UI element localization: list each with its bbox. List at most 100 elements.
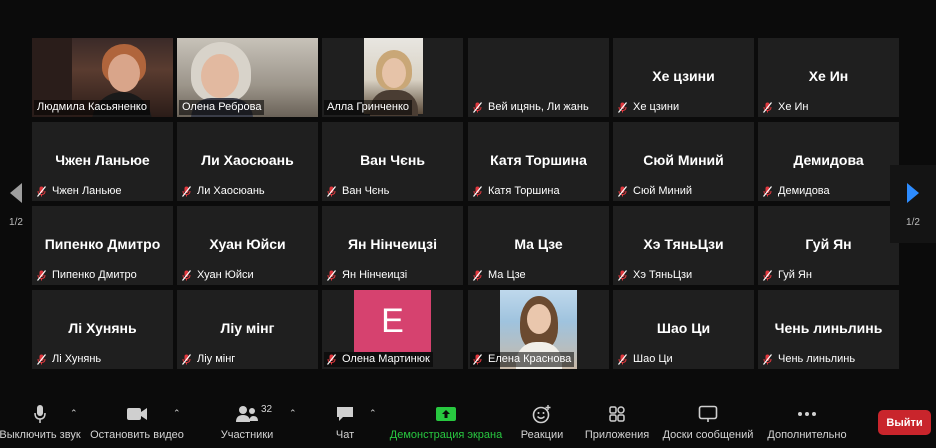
participant-name-label: Ма Цзе: [470, 268, 529, 283]
participant-name: Катя Торшина: [488, 185, 560, 197]
page-indicator-left: 1/2: [9, 216, 23, 228]
chevron-left-icon: [10, 182, 22, 203]
participants-button[interactable]: 32 Участники: [212, 404, 282, 441]
muted-microphone-icon: [763, 354, 772, 365]
participant-display-name: Сюй Миний: [643, 152, 724, 168]
participant-tile[interactable]: Демидова Демидова: [758, 122, 899, 201]
chat-button[interactable]: Чат: [330, 404, 360, 441]
participant-name: Ван Чєнь: [342, 185, 390, 197]
reactions-button[interactable]: Реакции: [519, 404, 565, 441]
participant-name: Вей ицянь, Ли жань: [488, 101, 589, 113]
participant-tile[interactable]: Ли Хаосюань Ли Хаосюань: [177, 122, 318, 201]
participant-tile[interactable]: Шао Ци Шао Ци: [613, 290, 754, 369]
muted-microphone-icon: [618, 102, 627, 113]
stop-video-button[interactable]: Остановить видео: [90, 404, 184, 441]
meeting-toolbar: Выключить звук ⌃ Остановить видео ⌃ 32 У…: [0, 398, 936, 448]
participant-tile[interactable]: Хуан Юйси Хуан Юйси: [177, 206, 318, 285]
participant-name-label: Хе Ин: [760, 100, 812, 115]
participant-name: Олена Реброва: [182, 101, 262, 113]
participant-name-label: Пипенко Дмитро: [34, 268, 140, 283]
participant-name: Елена Краснова: [488, 353, 572, 365]
participant-tile[interactable]: Хе цзини Хе цзини: [613, 38, 754, 117]
participant-tile[interactable]: Людмила Касьяненко: [32, 38, 173, 117]
smiley-icon: [532, 404, 552, 424]
next-page-button[interactable]: 1/2: [890, 165, 936, 243]
participant-name: Людмила Касьяненко: [37, 101, 147, 113]
participant-name-label: Олена Мартинюк: [324, 352, 433, 367]
mute-button[interactable]: Выключить звук: [0, 404, 81, 441]
audio-options-caret[interactable]: ⌃: [70, 408, 78, 419]
participant-tile[interactable]: Катя Торшина Катя Торшина: [468, 122, 609, 201]
zoom-meeting-window: 1/2 Людмила Касьяненко Олена Реброва Алла …: [0, 0, 936, 448]
whiteboard-icon: [698, 404, 718, 424]
participant-name: Ма Цзе: [488, 269, 526, 281]
more-dots-icon: [797, 404, 817, 424]
participant-tile[interactable]: Ліу мінг Ліу мінг: [177, 290, 318, 369]
participant-tile[interactable]: Хэ ТяньЦзи Хэ ТяньЦзи: [613, 206, 754, 285]
more-button[interactable]: Дополнительно: [766, 404, 848, 441]
participant-tile[interactable]: Гуй Ян Гуй Ян: [758, 206, 899, 285]
muted-microphone-icon: [618, 270, 627, 281]
muted-microphone-icon: [763, 270, 772, 281]
muted-microphone-icon: [473, 186, 482, 197]
muted-microphone-icon: [618, 354, 627, 365]
participant-name: Лі Хунянь: [52, 353, 102, 365]
participant-tile[interactable]: Алла Гринченко: [322, 38, 463, 117]
participant-tile[interactable]: Елена Краснова: [468, 290, 609, 369]
participant-name-label: Ли Хаосюань: [179, 184, 268, 199]
participant-name: Ян Нінчеицзі: [342, 269, 408, 281]
participants-options-caret[interactable]: ⌃: [289, 408, 297, 419]
muted-microphone-icon: [327, 270, 336, 281]
participant-name-label: Чжен Ланьюе: [34, 184, 124, 199]
participant-display-name: Пипенко Дмитро: [44, 236, 161, 252]
participant-tile[interactable]: Ма Цзе Ма Цзе: [468, 206, 609, 285]
participant-tile[interactable]: Олена Реброва: [177, 38, 318, 117]
page-indicator-right: 1/2: [906, 216, 920, 228]
muted-microphone-icon: [182, 186, 191, 197]
participant-tile[interactable]: Вей ицянь, Ли жань: [468, 38, 609, 117]
participant-name-label: Алла Гринченко: [324, 100, 413, 115]
participant-name-label: Хе цзини: [615, 100, 682, 115]
participant-name: Сюй Миний: [633, 185, 693, 197]
muted-microphone-icon: [473, 102, 482, 113]
leave-meeting-button[interactable]: Выйти: [878, 410, 931, 435]
participant-tile[interactable]: Ян Нінчеицзі Ян Нінчеицзі: [322, 206, 463, 285]
participant-name: Чжен Ланьюе: [52, 185, 122, 197]
muted-microphone-icon: [618, 186, 627, 197]
participant-display-name: Гуй Ян: [805, 236, 852, 252]
participant-name-label: Гуй Ян: [760, 268, 815, 283]
participant-tile[interactable]: Ван Чєнь Ван Чєнь: [322, 122, 463, 201]
participant-tile[interactable]: Чень линьлинь Чень линьлинь: [758, 290, 899, 369]
participant-display-name: Хе цзини: [652, 68, 715, 84]
chat-bubble-icon: [335, 404, 355, 424]
participant-name-label: Вей ицянь, Ли жань: [470, 100, 592, 115]
participant-tile[interactable]: Чжен Ланьюе Чжен Ланьюе: [32, 122, 173, 201]
participant-name-label: Ван Чєнь: [324, 184, 392, 199]
participant-tile[interactable]: Хе Ин Хе Ин: [758, 38, 899, 117]
participant-name-label: Олена Реброва: [179, 100, 265, 115]
participant-tile[interactable]: Пипенко Дмитро Пипенко Дмитро: [32, 206, 173, 285]
participant-name-label: Сюй Миний: [615, 184, 695, 199]
participant-tile[interactable]: E Олена Мартинюк: [322, 290, 463, 369]
participant-display-name: Ліу мінг: [220, 320, 275, 336]
participant-name-label: Шао Ци: [615, 352, 676, 367]
participants-count: 32: [261, 404, 273, 415]
previous-page-button[interactable]: 1/2: [0, 165, 32, 243]
muted-microphone-icon: [473, 270, 482, 281]
participant-name: Олена Мартинюк: [342, 353, 430, 365]
participant-display-name: Хе Ин: [808, 68, 849, 84]
participant-name-label: Демидова: [760, 184, 833, 199]
participant-tile[interactable]: Лі Хунянь Лі Хунянь: [32, 290, 173, 369]
share-screen-button[interactable]: Демонстрация экрана: [390, 404, 502, 441]
muted-microphone-icon: [182, 354, 191, 365]
top-bar: [0, 0, 936, 30]
participant-name: Чень линьлинь: [778, 353, 856, 365]
video-options-caret[interactable]: ⌃: [173, 408, 181, 419]
participant-display-name: Катя Торшина: [490, 152, 587, 168]
participant-tile[interactable]: Сюй Миний Сюй Миний: [613, 122, 754, 201]
apps-button[interactable]: Приложения: [583, 404, 651, 441]
chat-options-caret[interactable]: ⌃: [369, 408, 377, 419]
participant-name: Алла Гринченко: [327, 101, 410, 113]
participant-display-name: Ли Хаосюань: [201, 152, 294, 168]
whiteboard-button[interactable]: Доски сообщений: [661, 404, 755, 441]
